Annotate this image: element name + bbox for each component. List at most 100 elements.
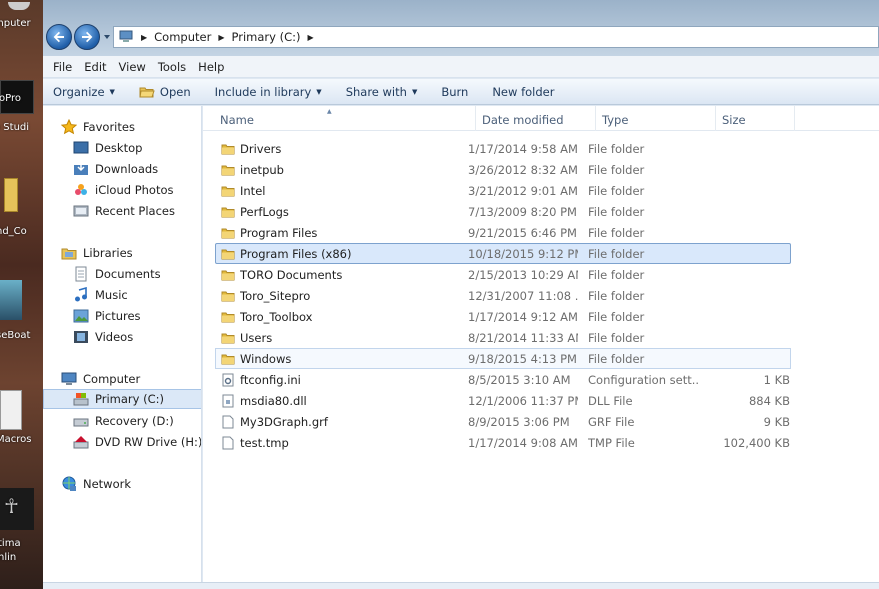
file-row[interactable]: Users 8/21/2014 11:33 AM File folder [215, 327, 791, 348]
file-type: DLL File [588, 394, 633, 408]
file-row[interactable]: My3DGraph.grf 8/9/2015 3:06 PM GRF File 9 K… [215, 411, 791, 432]
file-type: File folder [588, 163, 645, 177]
desktop-icon-houseboat[interactable]: seBoat [0, 280, 43, 345]
file-name: inetpub [240, 163, 284, 177]
folder-icon [221, 186, 235, 197]
menu-help[interactable]: Help [192, 60, 230, 74]
file-row[interactable]: Toro_Sitepro 12/31/2007 11:08 ... File fol… [215, 285, 791, 306]
star-icon [61, 119, 77, 135]
menu-view[interactable]: View [113, 60, 152, 74]
desktop-strip: mputer oPro o Studi nd_Co seBoat Macros … [0, 0, 43, 589]
folder-icon [221, 291, 235, 302]
file-row[interactable]: Program Files 9/21/2015 6:46 PM File folde… [215, 222, 791, 243]
file-row[interactable]: test.tmp 1/17/2014 9:08 AM TMP File 102,400… [215, 432, 791, 453]
address-bar[interactable]: ▶ Computer ▶ Primary (C:) ▶ [113, 26, 879, 48]
file-type: GRF File [588, 415, 635, 429]
nav-network[interactable]: Network [61, 474, 201, 494]
include-in-library-button[interactable]: Include in library ▼ [215, 85, 322, 99]
file-list: Name ▲ Date modified Type Size Drivers 1/… [203, 106, 879, 582]
sort-ascending-icon: ▲ [327, 108, 332, 115]
file-name: Windows [240, 352, 292, 366]
menu-file[interactable]: File [47, 60, 78, 74]
menu-bar: File Edit View Tools Help [43, 56, 879, 78]
nav-libraries[interactable]: Libraries [61, 243, 201, 263]
nav-music[interactable]: Music [73, 285, 201, 305]
libraries-icon [61, 248, 77, 260]
nav-videos[interactable]: Videos [73, 327, 201, 347]
file-type: File folder [588, 142, 645, 156]
pictures-icon [73, 309, 89, 323]
nav-pictures[interactable]: Pictures [73, 306, 201, 326]
file-row[interactable]: msdia80.dll 12/1/2006 11:37 PM DLL File 884… [215, 390, 791, 411]
column-header-size[interactable]: Size [716, 106, 795, 131]
nav-primary-drive[interactable]: Primary (C:) [43, 389, 201, 409]
nav-computer[interactable]: Computer [61, 369, 201, 389]
file-date-modified: 1/17/2014 9:58 AM [468, 142, 578, 156]
file-size: 9 KB [763, 415, 790, 429]
back-button[interactable] [46, 24, 72, 50]
file-row[interactable]: ftconfig.ini 8/5/2015 3:10 AM Configuratio… [215, 369, 791, 390]
share-with-button[interactable]: Share with ▼ [346, 85, 418, 99]
breadcrumb-separator-icon[interactable]: ▶ [218, 33, 224, 42]
file-row[interactable]: Windows 9/18/2015 4:13 PM File folder [215, 348, 791, 369]
nav-recent-places[interactable]: Recent Places [73, 201, 201, 221]
file-row[interactable]: Intel 3/21/2012 9:01 AM File folder [215, 180, 791, 201]
nav-desktop[interactable]: Desktop [73, 138, 201, 158]
organize-button[interactable]: Organize ▼ [53, 85, 115, 99]
nav-label: Network [83, 477, 132, 491]
file-row[interactable]: Drivers 1/17/2014 9:58 AM File folder [215, 138, 791, 159]
file-row[interactable]: Toro_Toolbox 1/17/2014 9:12 AM File folder [215, 306, 791, 327]
file-name: ftconfig.ini [240, 373, 301, 387]
nav-downloads[interactable]: Downloads [73, 159, 201, 179]
desktop-icon-macros[interactable]: Macros [0, 380, 43, 450]
open-folder-icon [139, 87, 155, 97]
nav-label: Recent Places [95, 204, 175, 218]
documents-icon [75, 266, 87, 282]
breadcrumb-primary[interactable]: Primary (C:) [231, 30, 300, 44]
forward-button[interactable] [74, 24, 100, 50]
nav-label: Favorites [83, 120, 135, 134]
gopro-logo-text: oPro [0, 93, 21, 104]
breadcrumb-separator-icon[interactable]: ▶ [307, 33, 313, 42]
breadcrumb-separator-icon[interactable]: ▶ [141, 33, 147, 42]
nav-label: Primary (C:) [95, 392, 164, 406]
nav-recovery-drive[interactable]: Recovery (D:) [73, 411, 201, 431]
file-row[interactable]: inetpub 3/26/2012 8:32 AM File folder [215, 159, 791, 180]
file-name: Program Files [240, 226, 318, 240]
burn-label: Burn [441, 84, 469, 99]
file-date-modified: 9/18/2015 4:13 PM [468, 352, 577, 366]
file-type: File folder [588, 352, 645, 366]
file-icon [222, 436, 234, 450]
nav-dvd-drive[interactable]: DVD RW Drive (H:) L [73, 432, 201, 452]
file-size: 884 KB [748, 394, 790, 408]
nav-icloud-photos[interactable]: iCloud Photos [73, 180, 201, 200]
desktop-icon-computer[interactable]: mputer [0, 2, 43, 32]
file-date-modified: 10/18/2015 9:12 PM [468, 247, 578, 261]
column-header-name[interactable]: Name [214, 106, 476, 131]
recent-pages-chevron-icon[interactable] [103, 33, 111, 41]
burn-button[interactable]: Burn [441, 85, 468, 99]
open-button[interactable]: Open [139, 85, 191, 99]
nav-label: Downloads [95, 162, 159, 176]
menu-tools[interactable]: Tools [152, 60, 192, 74]
nav-label: Pictures [95, 309, 141, 323]
file-date-modified: 2/15/2013 10:29 AM [468, 268, 578, 282]
desktop-icon-folder[interactable]: nd_Co [0, 170, 43, 240]
desktop-icon-label: o Studi [0, 122, 30, 133]
file-row[interactable]: PerfLogs 7/13/2009 8:20 PM File folder [215, 201, 791, 222]
desktop-icon-label: Macros [0, 434, 32, 445]
breadcrumb-computer[interactable]: Computer [154, 30, 211, 44]
menu-edit[interactable]: Edit [78, 60, 112, 74]
nav-documents[interactable]: Documents [73, 264, 201, 284]
desktop-icon-ultima-online[interactable]: ☥ tima nlin [0, 488, 43, 568]
file-size: 102,400 KB [723, 436, 790, 450]
new-folder-button[interactable]: New folder [492, 85, 554, 99]
nav-favorites[interactable]: Favorites [61, 117, 201, 137]
file-name: Intel [240, 184, 266, 198]
column-header-type[interactable]: Type [596, 106, 716, 131]
desktop-icon-gopro-studio[interactable]: oPro o Studi [0, 70, 43, 140]
file-row[interactable]: Program Files (x86) 10/18/2015 9:12 PM Fil… [215, 243, 791, 264]
column-header-date-modified[interactable]: Date modified [476, 106, 596, 131]
file-row[interactable]: TORO Documents 2/15/2013 10:29 AM File fol… [215, 264, 791, 285]
file-type: File folder [588, 205, 645, 219]
